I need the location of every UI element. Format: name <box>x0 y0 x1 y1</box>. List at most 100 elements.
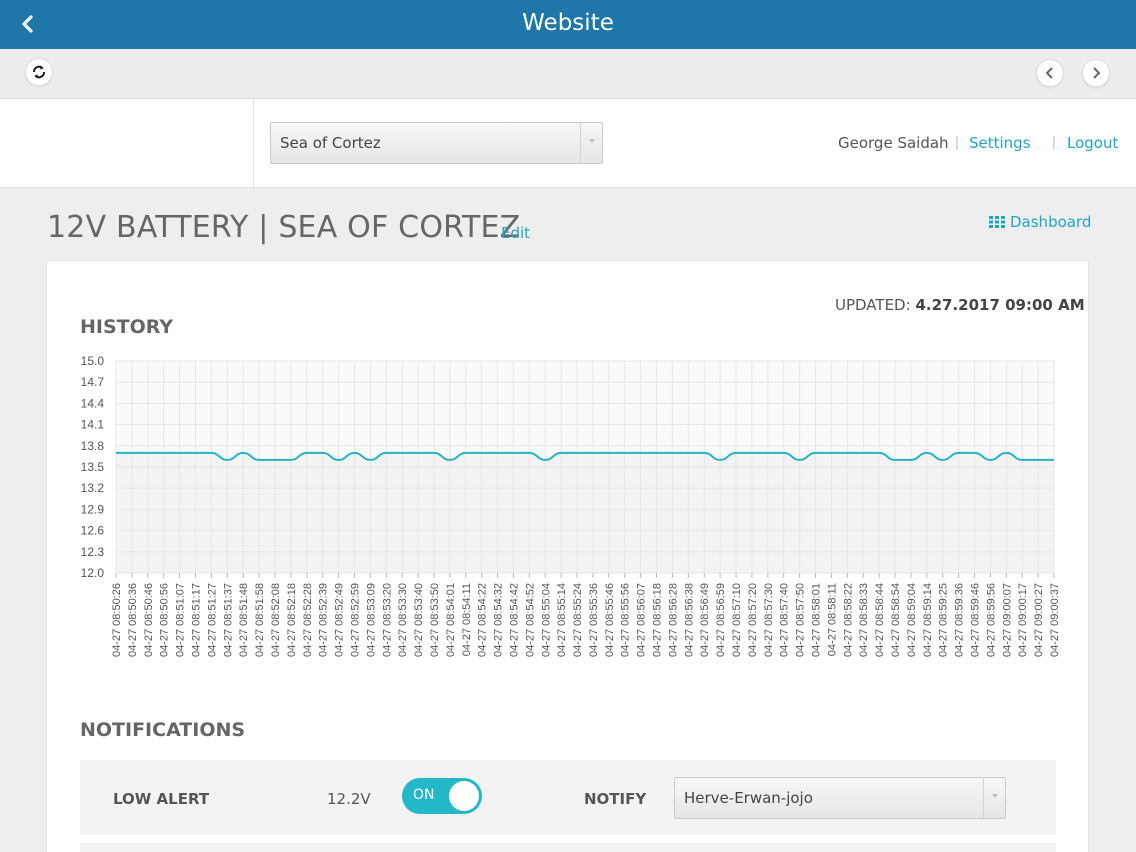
notifications-title: NOTIFICATIONS <box>80 719 246 741</box>
low-alert-toggle[interactable]: ON <box>402 778 482 814</box>
grid-icon <box>989 216 1005 228</box>
x-tick-label: 04-27 08:53:50 <box>429 583 441 657</box>
logout-link[interactable]: Logout <box>1067 134 1118 152</box>
dashboard-link[interactable]: Dashboard <box>989 213 1091 231</box>
x-tick-label: 04-27 08:50:46 <box>143 583 155 657</box>
y-tick-label: 14.4 <box>81 396 105 410</box>
x-tick-label: 04-27 09:00:07 <box>1001 583 1013 657</box>
user-name: George Saidah <box>838 134 949 152</box>
y-tick-label: 14.7 <box>81 375 105 389</box>
x-tick-label: 04-27 08:55:56 <box>620 583 632 657</box>
vessel-select[interactable]: Sea of Cortez <box>270 122 603 164</box>
y-tick-label: 12.9 <box>81 502 105 516</box>
x-tick-label: 04-27 08:52:28 <box>302 583 314 657</box>
x-tick-label: 04-27 08:56:49 <box>699 583 711 657</box>
x-tick-label: 04-27 08:58:54 <box>890 583 902 657</box>
x-tick-label: 04-27 08:52:08 <box>270 583 282 657</box>
edit-link[interactable]: Edit <box>501 224 530 242</box>
x-tick-label: 04-27 09:00:27 <box>1033 583 1045 657</box>
y-tick-label: 12.3 <box>81 545 105 559</box>
x-tick-label: 04-27 08:54:32 <box>493 583 505 657</box>
chevron-right-icon <box>1093 67 1101 79</box>
x-tick-label: 04-27 08:54:11 <box>461 583 473 656</box>
separator: | <box>1052 134 1056 151</box>
logo-area <box>0 99 254 188</box>
chevron-left-icon <box>1045 67 1053 79</box>
x-tick-label: 04-27 08:58:11 <box>826 583 838 656</box>
refresh-button[interactable] <box>25 58 53 86</box>
x-tick-label: 04-27 08:55:46 <box>604 583 616 657</box>
x-tick-label: 04-27 08:51:17 <box>190 583 202 657</box>
low-alert-value: 12.2V <box>327 790 371 808</box>
settings-link[interactable]: Settings <box>969 134 1031 152</box>
x-tick-label: 04-27 08:52:39 <box>318 583 330 657</box>
x-tick-label: 04-27 08:51:37 <box>222 583 234 657</box>
x-tick-label: 04-27 08:57:30 <box>763 583 775 657</box>
x-tick-label: 04-27 08:51:27 <box>206 583 218 657</box>
x-tick-label: 04-27 08:54:22 <box>477 583 489 657</box>
x-tick-label: 04-27 08:53:40 <box>413 583 425 657</box>
dropdown-arrow-icon <box>580 123 602 163</box>
x-tick-label: 04-27 08:59:56 <box>985 583 997 657</box>
y-tick-label: 12.0 <box>81 566 105 580</box>
y-tick-label: 13.8 <box>81 439 105 453</box>
x-tick-label: 04-27 08:58:22 <box>842 583 854 657</box>
y-tick-label: 13.2 <box>81 481 105 495</box>
y-tick-label: 15.0 <box>81 354 105 368</box>
x-tick-label: 04-27 08:56:59 <box>715 583 727 657</box>
x-tick-label: 04-27 08:57:20 <box>747 583 759 657</box>
x-tick-label: 04-27 08:59:46 <box>970 583 982 657</box>
x-tick-label: 04-27 08:51:58 <box>254 583 266 657</box>
low-alert-label: LOW ALERT <box>113 790 210 808</box>
notification-row <box>80 843 1056 852</box>
history-chart: 12.0 12.3 12.6 12.9 13.2 13.5 13.8 14.1 14.4 14.7… <box>81 354 1061 657</box>
updated-value: 4.27.2017 09:00 AM <box>915 296 1085 314</box>
x-tick-label: 04-27 08:50:56 <box>159 583 171 657</box>
y-tick-label: 13.5 <box>81 460 105 474</box>
y-tick-label: 14.1 <box>81 418 105 432</box>
x-tick-label: 04-27 08:53:30 <box>397 583 409 657</box>
x-tick-label: 04-27 08:55:24 <box>572 583 584 657</box>
x-tick-label: 04-27 09:00:37 <box>1049 583 1061 657</box>
updated-label: UPDATED: <box>835 296 911 314</box>
toggle-label: ON <box>413 787 435 803</box>
x-tick-label: 04-27 08:59:14 <box>922 583 934 657</box>
x-tick-label: 04-27 08:53:09 <box>365 583 377 657</box>
notify-label: NOTIFY <box>584 790 647 808</box>
x-tick-label: 04-27 08:54:52 <box>524 583 536 657</box>
separator: | <box>955 134 959 151</box>
x-tick-label: 04-27 09:00:17 <box>1017 583 1029 657</box>
notify-select[interactable]: Herve-Erwan-jojo <box>674 777 1006 819</box>
y-tick-label: 12.6 <box>81 524 105 538</box>
x-tick-label: 04-27 08:55:36 <box>588 583 600 657</box>
x-tick-label: 04-27 08:55:04 <box>540 583 552 657</box>
x-tick-label: 04-27 08:56:18 <box>652 583 664 657</box>
x-tick-label: 04-27 08:50:26 <box>111 583 123 657</box>
x-tick-label: 04-27 08:51:48 <box>238 583 250 657</box>
x-tick-label: 04-27 08:58:01 <box>811 583 823 657</box>
x-tick-label: 04-27 08:59:25 <box>938 583 950 657</box>
app-titlebar: Website <box>0 0 1136 49</box>
x-tick-label: 04-27 08:59:04 <box>906 583 918 657</box>
x-tick-label: 04-27 08:57:40 <box>779 583 791 657</box>
series-area <box>116 452 1054 573</box>
x-tick-label: 04-27 08:54:42 <box>508 583 520 657</box>
x-tick-label: 04-27 08:59:36 <box>954 583 966 657</box>
x-tick-label: 04-27 08:52:18 <box>286 583 298 657</box>
x-tick-label: 04-27 08:56:07 <box>636 583 648 657</box>
x-tick-label: 04-27 08:52:49 <box>334 583 346 657</box>
x-tick-label: 04-27 08:55:14 <box>556 583 568 657</box>
x-tick-label: 04-27 08:56:28 <box>667 583 679 657</box>
x-tick-label: 04-27 08:56:38 <box>683 583 695 657</box>
browser-back-button[interactable] <box>1036 59 1064 87</box>
history-title: HISTORY <box>80 316 174 338</box>
x-tick-label: 04-27 08:54:01 <box>445 583 457 657</box>
x-tick-label: 04-27 08:58:44 <box>874 583 886 657</box>
browser-forward-button[interactable] <box>1082 59 1110 87</box>
browser-toolbar <box>0 49 1136 99</box>
window-title: Website <box>522 10 614 36</box>
page-title: 12V BATTERY | SEA OF CORTEZ <box>47 210 521 245</box>
x-tick-label: 04-27 08:57:10 <box>731 583 743 657</box>
x-tick-label: 04-27 08:51:07 <box>175 583 187 657</box>
refresh-icon <box>33 65 45 79</box>
